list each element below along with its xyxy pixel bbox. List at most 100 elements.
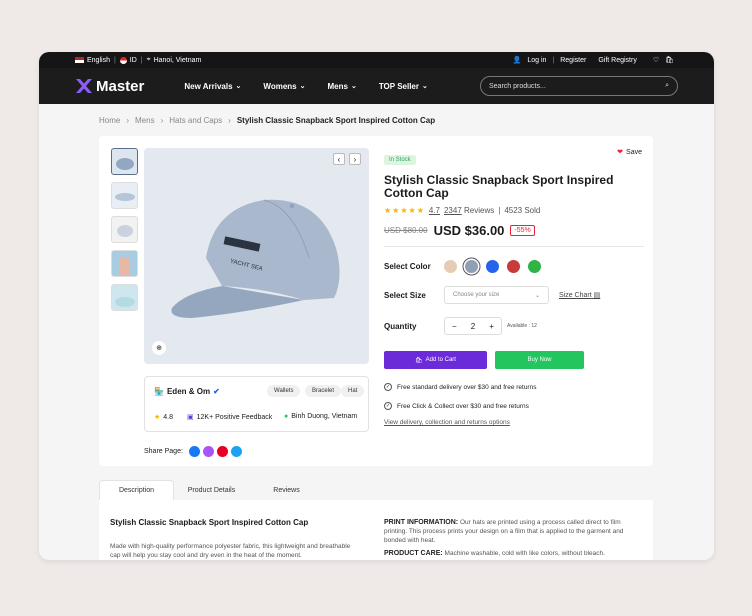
size-row: Select Size Choose your size ⌄ Size Chart… (384, 286, 644, 304)
color-swatch-blue-gray[interactable] (465, 260, 478, 273)
search-input[interactable]: Search products... ⌕ (480, 76, 678, 96)
zoom-icon[interactable]: ⊕ (152, 341, 166, 355)
location-icon: ● (284, 413, 289, 420)
nav-top-seller[interactable]: TOP Seller ⌄ (379, 82, 428, 91)
product-info: In Stock ❤ Save Stylish Classic Snapback … (384, 148, 644, 426)
messenger-icon[interactable] (202, 446, 214, 457)
color-swatch-red[interactable] (507, 260, 520, 273)
main-nav: Master New Arrivals ⌄ Womens ⌄ Mens ⌄ TOP S… (39, 68, 714, 104)
buy-now-button[interactable]: Buy Now (495, 351, 584, 369)
breadcrumb-mens[interactable]: Mens (135, 116, 155, 125)
top-bar: English | ID | ⌖ Hanoi, Vietnam 👤 Log in… (39, 52, 714, 68)
add-to-cart-button[interactable]: 🛍 Add to Cart (384, 351, 487, 369)
next-image-button[interactable]: › (349, 153, 361, 165)
product-title: Stylish Classic Snapback Sport Inspired … (384, 173, 614, 200)
quantity-stepper[interactable]: − 2 + (444, 317, 502, 335)
plus-icon[interactable]: + (489, 322, 494, 331)
seller-tag[interactable]: Hat (341, 385, 365, 397)
share-label: Share Page: (144, 448, 183, 455)
price-row: USD $80.00 USD $36.00 -55% (384, 223, 644, 238)
facebook-icon[interactable] (188, 446, 200, 457)
description-title: Stylish Classic Snapback Sport Inspired … (110, 518, 309, 527)
thumbnail-1[interactable] (111, 148, 138, 175)
old-price: USD $80.00 (384, 226, 428, 235)
twitter-icon[interactable] (230, 446, 242, 457)
check-circle-icon: ✓ (384, 402, 392, 410)
chevron-down-icon: ⌄ (421, 83, 428, 90)
product-card: ‹ › YACHT SEA ⊕ 🏪 Eden & Om ✔ Wallets Brac… (99, 136, 653, 466)
location-text[interactable]: Hanoi, Vietnam (154, 57, 202, 64)
seller-feedback: ▣ 12K+ Positive Feedback (187, 413, 273, 422)
prev-image-button[interactable]: ‹ (333, 153, 345, 165)
search-icon[interactable]: ⌕ (665, 82, 669, 90)
delivery-options-link[interactable]: View delivery, collection and returns op… (384, 419, 644, 426)
login-link[interactable]: Log in (527, 57, 546, 64)
star-rating-icon: ★★★★★ (384, 206, 425, 215)
browser-frame: English | ID | ⌖ Hanoi, Vietnam 👤 Log in… (39, 52, 714, 560)
cart-icon[interactable]: 🛍 (665, 56, 674, 64)
rating-row: ★★★★★ 4.7 2347 Reviews | 4523 Sold (384, 206, 541, 215)
star-icon: ★ (154, 414, 161, 421)
size-select[interactable]: Choose your size ⌄ (444, 286, 549, 304)
feature-item: ✓ Free Click & Collect over $30 and free … (384, 402, 529, 410)
seller-tag[interactable]: Wallets (267, 385, 301, 397)
color-swatch-green[interactable] (528, 260, 541, 273)
bag-icon: 🛍 (415, 357, 423, 364)
brand-logo[interactable]: Master (75, 78, 144, 95)
cap-illustration: YACHT SEA (171, 199, 340, 318)
color-swatch-beige[interactable] (444, 260, 457, 273)
brand-name: Master (96, 77, 145, 95)
color-row: Select Color (384, 260, 644, 273)
thumbnail-list (111, 148, 138, 318)
verified-icon: ✔ (213, 387, 220, 396)
language-selector[interactable]: English (87, 57, 110, 64)
thumbnail-3[interactable] (111, 216, 138, 243)
quantity-row: Quantity − 2 + Available : 12 (384, 317, 644, 335)
main-product-image[interactable]: ‹ › YACHT SEA ⊕ (144, 148, 369, 364)
breadcrumb-home[interactable]: Home (99, 116, 120, 125)
user-icon: 👤 (512, 57, 522, 64)
thumbnail-4[interactable] (111, 250, 138, 277)
us-flag-icon (75, 57, 84, 63)
seller-name[interactable]: 🏪 Eden & Om ✔ (154, 387, 220, 396)
reviews-link[interactable]: 2347 (444, 206, 462, 215)
tab-reviews[interactable]: Reviews (249, 480, 324, 500)
print-info: PRINT INFORMATION: Our hats are printed … (384, 518, 639, 558)
ruler-icon: ▤ (593, 292, 601, 299)
color-swatch-blue[interactable] (486, 260, 499, 273)
quantity-value: 2 (470, 321, 476, 331)
chevron-down-icon: ⌄ (235, 83, 242, 90)
color-label: Select Color (384, 262, 431, 271)
register-link[interactable]: Register (560, 57, 586, 64)
breadcrumb-hats[interactable]: Hats and Caps (169, 116, 222, 125)
thumbnail-2[interactable] (111, 182, 138, 209)
minus-icon[interactable]: − (452, 322, 457, 331)
tab-description[interactable]: Description (99, 480, 174, 500)
current-price: USD $36.00 (433, 223, 505, 238)
thumbnail-5[interactable] (111, 284, 138, 311)
care-text: Machine washable, cold with like colors,… (442, 550, 605, 557)
save-button[interactable]: ❤ Save (617, 148, 642, 157)
nav-mens[interactable]: Mens ⌄ (327, 82, 356, 91)
stock-badge: In Stock (384, 155, 416, 165)
nav-new-arrivals[interactable]: New Arrivals ⌄ (184, 82, 241, 91)
id-flag-icon (119, 56, 127, 64)
currency-selector[interactable]: ID (130, 57, 137, 64)
gift-registry-link[interactable]: Gift Registry (598, 57, 637, 64)
sold-count: 4523 Sold (504, 206, 541, 215)
seller-tag[interactable]: Bracelet (305, 385, 342, 397)
available-text: Available : 12 (507, 323, 537, 329)
quantity-label: Quantity (384, 321, 417, 331)
discount-badge: -55% (510, 225, 535, 236)
feature-item: ✓ Free standard delivery over $30 and fre… (384, 383, 537, 391)
chevron-down-icon: ⌄ (350, 83, 357, 90)
nav-womens[interactable]: Womens ⌄ (263, 82, 305, 91)
search-placeholder: Search products... (489, 82, 546, 90)
care-heading: PRODUCT CARE: (384, 550, 443, 557)
pinterest-icon[interactable] (216, 446, 228, 457)
wishlist-icon[interactable]: ♡ (653, 56, 659, 64)
tab-product-details[interactable]: Product Details (174, 480, 249, 500)
location-pin-icon: ⌖ (146, 56, 151, 63)
size-chart-link[interactable]: Size Chart ▤ (559, 291, 600, 299)
description-text: Made with high-quality performance polye… (110, 543, 351, 559)
